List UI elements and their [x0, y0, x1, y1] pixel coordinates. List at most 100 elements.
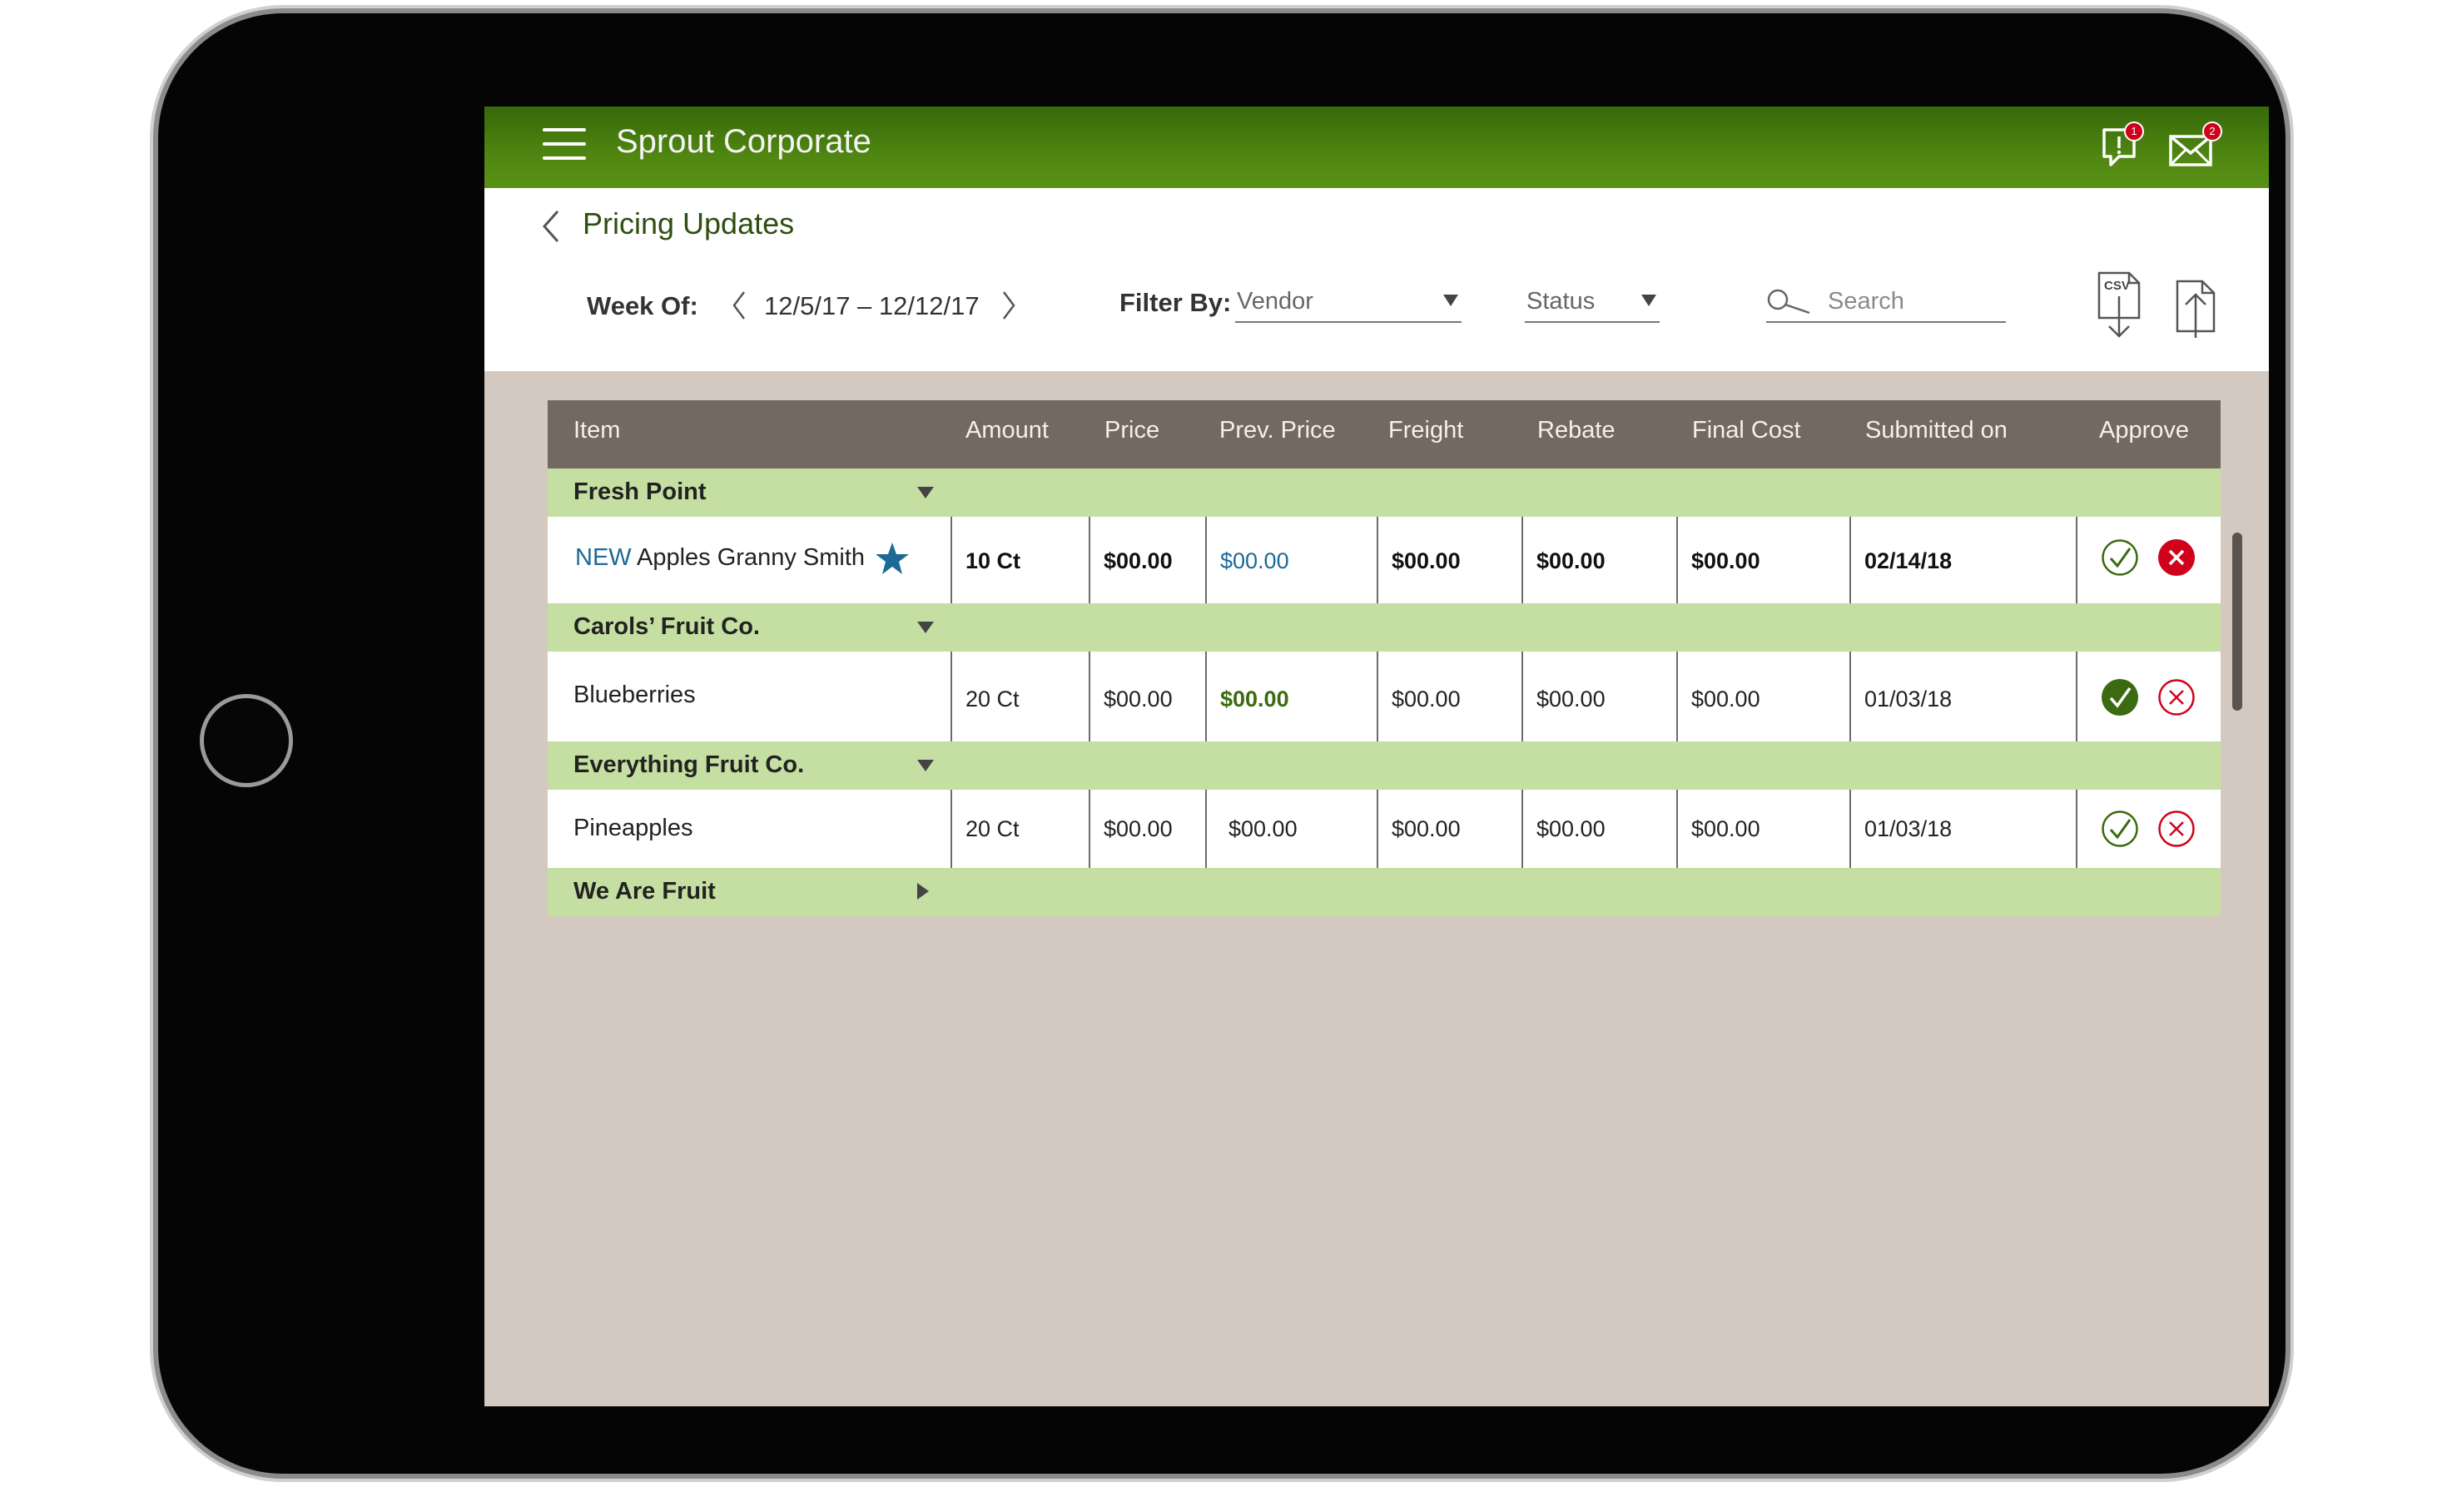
table-header: Item Amount Price Prev. Price Freight Re…	[548, 400, 2221, 468]
prev-price-cell: $00.00	[1205, 652, 1377, 741]
caret-down-icon[interactable]	[917, 760, 934, 771]
column-header-item[interactable]: Item	[573, 417, 620, 444]
page-toolbar: Pricing Updates Week Of: 12/5/17 – 12/12…	[484, 188, 2269, 371]
table-row[interactable]: Pineapples 20 Ct $00.00 $00.00 $00.00 $0…	[548, 790, 2221, 868]
column-header-rebate[interactable]: Rebate	[1537, 417, 1616, 444]
freight-value: $00.00	[1392, 687, 1461, 711]
prev-price-value: $00.00	[1220, 687, 1289, 711]
search-field	[1766, 283, 2006, 323]
hamburger-icon[interactable]	[543, 128, 586, 161]
item-cell: NEW Apples Granny Smith	[548, 517, 950, 603]
price-cell: $00.00	[1089, 652, 1205, 741]
column-header-prev-price[interactable]: Prev. Price	[1219, 417, 1336, 444]
vendor-group-name: We Are Fruit	[573, 878, 716, 905]
final-cost-value: $00.00	[1691, 548, 1760, 573]
vendor-group-name: Carols’ Fruit Co.	[573, 613, 760, 640]
submitted-on-value: 01/03/18	[1864, 687, 1953, 711]
submitted-on-cell: 02/14/18	[1849, 517, 2076, 603]
approve-cell	[2076, 652, 2221, 741]
submitted-on-value: 02/14/18	[1864, 548, 1953, 573]
check-circle-icon[interactable]	[2101, 538, 2139, 577]
vendor-select[interactable]: Vendor	[1235, 283, 1462, 323]
final-cost-cell: $00.00	[1676, 517, 1849, 603]
week-label: Week Of:	[587, 291, 698, 320]
price-value: $00.00	[1104, 687, 1173, 711]
messages-badge: 2	[2202, 121, 2222, 141]
x-circle-icon[interactable]	[2157, 810, 2196, 848]
tablet-frame: Sprout Corporate 1 2 Pricing Updates Wee…	[158, 13, 2286, 1474]
search-icon	[1766, 288, 1813, 318]
vendor-group-row[interactable]: Carols’ Fruit Co.	[548, 603, 2221, 652]
amount-value: 20 Ct	[965, 816, 1020, 841]
amount-cell: 10 Ct	[950, 517, 1089, 603]
rebate-value: $00.00	[1536, 548, 1606, 573]
rebate-cell: $00.00	[1521, 790, 1676, 868]
vendor-group-row[interactable]: Fresh Point	[548, 468, 2221, 517]
submitted-on-value: 01/03/18	[1864, 816, 1953, 841]
approve-cell	[2076, 790, 2221, 868]
prev-price-value: $00.00	[1228, 816, 1298, 841]
app-title: Sprout Corporate	[616, 123, 871, 160]
pricing-table: Item Amount Price Prev. Price Freight Re…	[548, 400, 2221, 916]
caret-down-icon[interactable]	[917, 487, 934, 498]
rebate-cell: $00.00	[1521, 517, 1676, 603]
chevron-left-icon[interactable]	[539, 208, 563, 245]
table-row[interactable]: NEW Apples Granny Smith 10 Ct $00.00 $00…	[548, 517, 2221, 603]
week-next-chevron-icon[interactable]	[1000, 290, 1017, 321]
column-header-price[interactable]: Price	[1104, 417, 1159, 444]
new-tag: NEW	[575, 544, 632, 571]
caret-down-icon	[1443, 295, 1458, 306]
star-icon[interactable]	[875, 542, 910, 578]
column-header-approve: Approve	[2099, 417, 2190, 444]
item-cell: Pineapples	[548, 790, 950, 868]
vendor-group-row[interactable]: Everything Fruit Co.	[548, 741, 2221, 790]
column-header-final-cost[interactable]: Final Cost	[1692, 417, 1801, 444]
upload-icon[interactable]	[2174, 275, 2219, 341]
filter-label: Filter By:	[1119, 288, 1232, 317]
final-cost-cell: $00.00	[1676, 790, 1849, 868]
app-header: Sprout Corporate 1 2	[484, 107, 2269, 188]
mail-icon[interactable]: 2	[2167, 121, 2222, 173]
csv-label: CSV	[2104, 279, 2130, 293]
check-circle-icon[interactable]	[2101, 678, 2139, 716]
final-cost-value: $00.00	[1691, 687, 1760, 711]
vendor-group-name: Fresh Point	[573, 478, 707, 505]
app-screen: Sprout Corporate 1 2 Pricing Updates Wee…	[484, 107, 2269, 1406]
caret-down-icon[interactable]	[917, 622, 934, 633]
column-header-submitted-on[interactable]: Submitted on	[1865, 417, 2008, 444]
x-circle-icon[interactable]	[2157, 538, 2196, 577]
home-button[interactable]	[200, 694, 293, 787]
search-input[interactable]	[1828, 286, 2003, 316]
column-header-amount[interactable]: Amount	[965, 417, 1049, 444]
item-name: Apples Granny Smith	[637, 544, 866, 571]
freight-value: $00.00	[1392, 816, 1461, 841]
submitted-on-cell: 01/03/18	[1849, 652, 2076, 741]
vendor-select-value: Vendor	[1237, 288, 1313, 315]
item-cell: Blueberries	[548, 652, 950, 741]
price-cell: $00.00	[1089, 517, 1205, 603]
check-circle-icon[interactable]	[2101, 810, 2139, 848]
vertical-scrollbar[interactable]	[2232, 533, 2242, 711]
final-cost-cell: $00.00	[1676, 652, 1849, 741]
x-circle-icon[interactable]	[2157, 678, 2196, 716]
prev-price-cell: $00.00	[1205, 790, 1377, 868]
freight-cell: $00.00	[1377, 790, 1521, 868]
approve-cell	[2076, 517, 2221, 603]
table-row[interactable]: Blueberries 20 Ct $00.00 $00.00 $00.00 $…	[548, 652, 2221, 741]
alert-icon[interactable]: 1	[2099, 121, 2144, 173]
price-value: $00.00	[1104, 548, 1173, 573]
csv-download-icon[interactable]: CSV	[2096, 270, 2144, 341]
vendor-group-row[interactable]: We Are Fruit	[548, 868, 2221, 916]
week-range: 12/5/17 – 12/12/17	[764, 291, 980, 320]
week-prev-chevron-icon[interactable]	[731, 290, 747, 321]
status-select[interactable]: Status	[1525, 283, 1660, 323]
page-title: Pricing Updates	[583, 206, 795, 240]
submitted-on-cell: 01/03/18	[1849, 790, 2076, 868]
rebate-value: $00.00	[1536, 687, 1606, 711]
amount-value: 10 Ct	[965, 548, 1021, 573]
rebate-cell: $00.00	[1521, 652, 1676, 741]
caret-down-icon	[1641, 295, 1656, 306]
amount-value: 20 Ct	[965, 687, 1020, 711]
column-header-freight[interactable]: Freight	[1388, 417, 1463, 444]
caret-right-icon[interactable]	[917, 883, 929, 900]
